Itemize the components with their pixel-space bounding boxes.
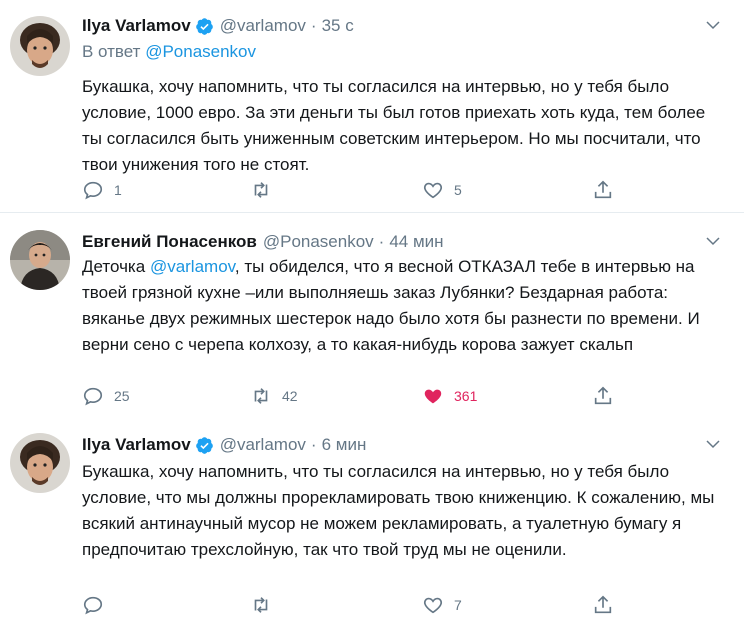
avatar[interactable] [10,433,70,493]
separator-dot: · [310,435,317,454]
reply-count: 25 [114,388,130,404]
chevron-down-icon[interactable] [704,435,722,453]
author-name[interactable]: Ilya Varlamov [82,16,191,36]
retweet-icon [254,388,268,404]
reply-count: 1 [114,182,122,198]
retweet-button[interactable] [250,178,282,202]
like-count: 7 [454,597,462,613]
timeline: Ilya Varlamov @varlamov · 35 с В ответ @… [0,0,744,615]
retweet-button[interactable] [250,593,282,617]
mention-link[interactable]: @varlamov [150,257,235,276]
tweet-actions: 1 5 [82,178,642,202]
retweet-icon [254,597,268,613]
timestamp[interactable]: 35 с [322,16,354,36]
tweet-text: Деточка @varlamov, ты обиделся, что я ве… [82,254,722,358]
share-icon [594,180,612,199]
chevron-down-icon[interactable] [704,232,722,250]
share-button[interactable] [592,178,624,202]
like-count: 361 [454,388,478,404]
reply-icon [83,387,103,406]
author-name[interactable]: Евгений Понасенков [82,232,257,252]
tweet-actions: 7 [82,593,642,617]
reply-button[interactable]: 1 [82,178,122,202]
reply-button[interactable] [82,593,114,617]
heart-icon [423,182,443,199]
like-button[interactable]: 7 [422,593,462,617]
reply-prefix: В ответ [82,42,141,61]
separator-dot: · [378,232,385,251]
verified-badge-icon [195,436,213,454]
heart-icon [423,597,443,614]
avatar[interactable] [10,230,70,290]
tweet-text: Букашка, хочу напомнить, что ты согласил… [82,462,715,559]
reply-to-link[interactable]: @Ponasenkov [145,42,256,61]
like-button[interactable]: 5 [422,178,462,202]
retweet-button[interactable]: 42 [250,384,298,408]
share-icon [594,386,612,405]
share-button[interactable] [592,593,624,617]
like-button[interactable]: 361 [422,384,477,408]
author-handle[interactable]: @Ponasenkov [263,232,374,252]
heart-icon [424,389,442,404]
tweet-1[interactable]: Ilya Varlamov @varlamov · 35 с В ответ @… [0,14,744,204]
avatar[interactable] [10,16,70,76]
tweet-actions: 25 42 361 [82,384,642,408]
retweet-icon [254,182,268,198]
verified-badge-icon [195,17,213,35]
like-count: 5 [454,182,462,198]
tweet-text: Букашка, хочу напомнить, что ты согласил… [82,77,706,174]
timestamp[interactable]: 6 мин [322,435,367,455]
share-button[interactable] [592,384,624,408]
author-name[interactable]: Ilya Varlamov [82,435,191,455]
tweet-divider [0,212,744,213]
tweet-3[interactable]: Ilya Varlamov @varlamov · 6 мин Букашка,… [0,433,744,615]
reply-button[interactable]: 25 [82,384,130,408]
reply-icon [83,181,103,200]
share-icon [594,595,612,614]
tweet-header: Ilya Varlamov @varlamov · 35 с [82,14,354,38]
separator-dot: · [310,16,317,35]
timestamp[interactable]: 44 мин [389,232,443,252]
tweet-header: Евгений Понасенков @Ponasenkov · 44 мин [82,230,444,254]
tweet-header: Ilya Varlamov @varlamov · 6 мин [82,433,366,457]
tweet-text-start: Деточка [82,257,150,276]
tweet-2[interactable]: Евгений Понасенков @Ponasenkov · 44 мин … [0,230,744,420]
retweet-count: 42 [282,388,298,404]
chevron-down-icon[interactable] [704,16,722,34]
reply-context: В ответ @Ponasenkov [82,42,256,62]
author-handle[interactable]: @varlamov [220,435,306,455]
reply-icon [83,596,103,615]
author-handle[interactable]: @varlamov [220,16,306,36]
